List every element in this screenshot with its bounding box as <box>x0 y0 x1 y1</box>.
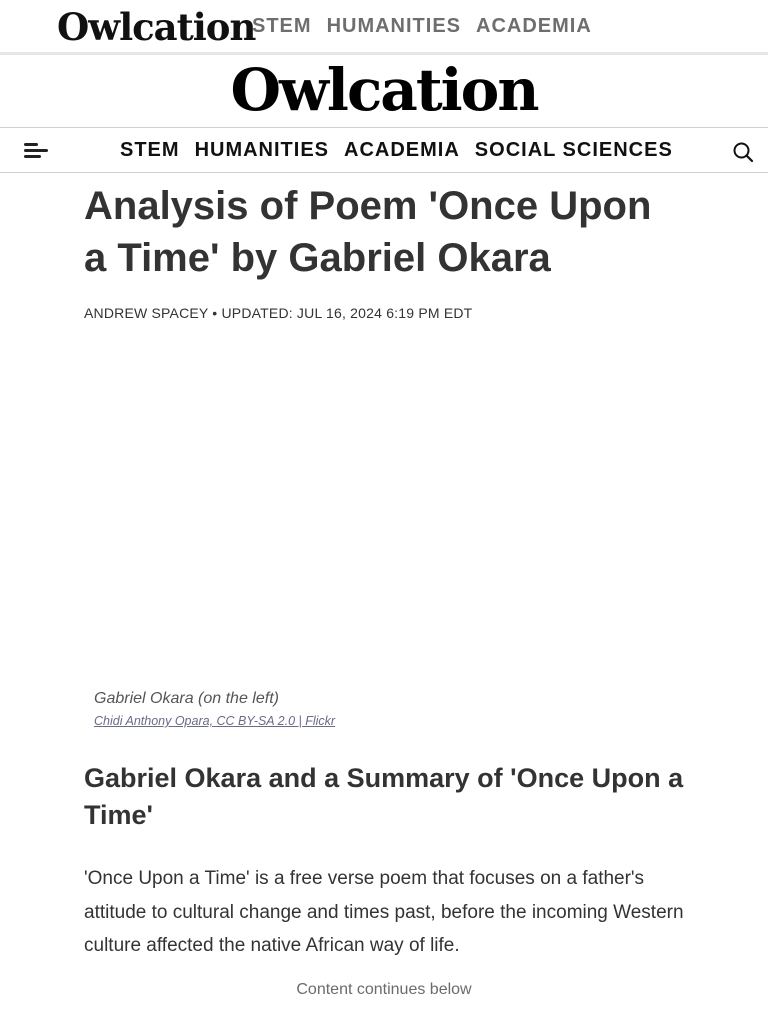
byline-separator: • <box>208 305 222 321</box>
mini-nav: STEM HUMANITIES ACADEMIA <box>252 14 592 38</box>
updated-date: UPDATED: JUL 16, 2024 6:19 PM EDT <box>221 305 473 321</box>
mini-nav-humanities[interactable]: HUMANITIES <box>327 14 461 38</box>
content-continues-label: Content continues below <box>296 981 472 998</box>
mini-nav-academia[interactable]: ACADEMIA <box>476 14 592 38</box>
article-header: Analysis of Poem 'Once Upon a Time' by G… <box>84 180 684 322</box>
site-logo-small[interactable]: Owlcation <box>57 5 256 49</box>
nav-link-stem[interactable]: STEM <box>120 137 180 163</box>
section-heading: Gabriel Okara and a Summary of 'Once Upo… <box>84 763 684 830</box>
body-paragraph: 'Once Upon a Time' is a free verse poem … <box>84 868 684 956</box>
article-image <box>84 330 684 680</box>
main-nav-links: STEM HUMANITIES ACADEMIA SOCIAL SCIENCES <box>120 137 673 163</box>
main-nav: STEM HUMANITIES ACADEMIA SOCIAL SCIENCES <box>0 127 768 173</box>
image-credit-link[interactable]: Chidi Anthony Opara, CC BY-SA 2.0 | Flic… <box>94 713 335 729</box>
nav-link-humanities[interactable]: HUMANITIES <box>195 137 329 163</box>
nav-link-social-sciences[interactable]: SOCIAL SCIENCES <box>475 137 673 163</box>
image-caption-block: Gabriel Okara (on the left) Chidi Anthon… <box>94 688 674 730</box>
top-header: Owlcation STEM HUMANITIES ACADEMIA <box>0 0 768 55</box>
image-caption: Gabriel Okara (on the left) <box>94 690 279 707</box>
search-icon[interactable] <box>731 140 755 164</box>
author-link[interactable]: ANDREW SPACEY <box>84 305 208 321</box>
nav-link-academia[interactable]: ACADEMIA <box>344 137 460 163</box>
hamburger-menu-icon[interactable] <box>22 140 50 162</box>
mini-nav-stem[interactable]: STEM <box>252 14 312 38</box>
byline: ANDREW SPACEY • UPDATED: JUL 16, 2024 6:… <box>84 304 684 322</box>
logo-band: Owlcation <box>0 55 768 128</box>
site-logo[interactable]: Owlcation <box>230 55 539 125</box>
article-title: Analysis of Poem 'Once Upon a Time' by G… <box>84 184 652 280</box>
